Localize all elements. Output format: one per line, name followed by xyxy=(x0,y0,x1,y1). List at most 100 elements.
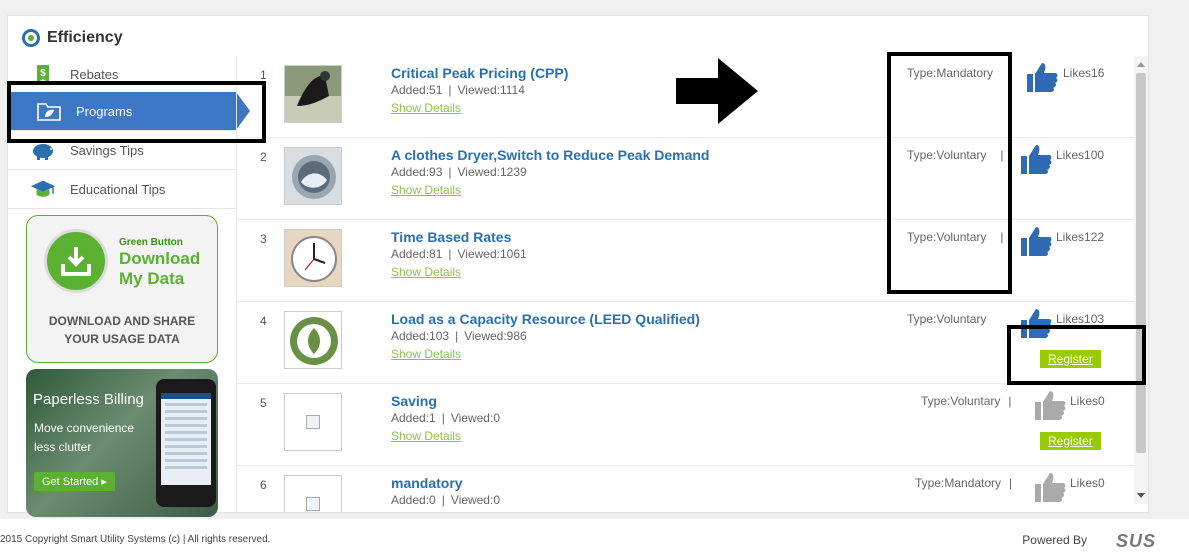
powered-by-label: Powered By xyxy=(1022,533,1087,547)
thumbs-up-icon[interactable] xyxy=(1033,388,1066,420)
program-thumbnail xyxy=(284,147,342,205)
program-thumbnail xyxy=(284,65,342,123)
row-number: 2 xyxy=(260,150,267,164)
svg-text:$: $ xyxy=(40,68,46,79)
separator: | xyxy=(448,83,452,97)
program-title-link[interactable]: A clothes Dryer,Switch to Reduce Peak De… xyxy=(391,147,709,163)
program-stats: Added:103 | Viewed:986 xyxy=(391,329,527,343)
broken-image-icon xyxy=(306,415,320,429)
promo-headline-line1: Download xyxy=(119,249,201,268)
sidebar-item-educational-tips[interactable]: Educational Tips xyxy=(8,170,236,209)
separator: | xyxy=(441,493,445,507)
broken-image-icon xyxy=(306,497,320,511)
likes-count: Likes103 xyxy=(1056,312,1105,326)
row-number: 1 xyxy=(260,68,267,82)
panel-title: Efficiency xyxy=(47,29,123,46)
program-title-link[interactable]: Time Based Rates xyxy=(391,229,511,245)
scroll-down-arrow-icon[interactable] xyxy=(1137,493,1145,498)
register-button[interactable]: Register xyxy=(1040,432,1101,450)
thumbs-up-icon[interactable] xyxy=(1019,142,1052,174)
thumbs-up-icon[interactable] xyxy=(1019,224,1052,256)
separator: | xyxy=(1008,394,1012,408)
show-details-link[interactable]: Show Details xyxy=(391,101,461,115)
program-type: Type:Voluntary | xyxy=(921,394,1012,408)
program-type-text: Type:Mandatory xyxy=(915,476,1002,490)
green-button-download-promo[interactable]: Green Button Download My Data DOWNLOAD A… xyxy=(26,215,218,363)
sidebar-item-label: Educational Tips xyxy=(70,181,166,197)
program-thumbnail xyxy=(284,229,342,287)
graduation-cap-icon xyxy=(30,178,56,200)
annotation-box-register xyxy=(1007,325,1146,385)
copyright-text: 2015 Copyright Smart Utility Systems (c)… xyxy=(0,534,271,545)
promo-share-text: DOWNLOAD AND SHARE YOUR USAGE DATA xyxy=(27,312,217,348)
promo-share-line1: DOWNLOAD AND SHARE xyxy=(48,314,196,328)
sus-logo: SUS xyxy=(1115,531,1156,551)
thumbs-up-icon[interactable] xyxy=(1025,60,1058,92)
list-item: 5 Saving Added:1 | Viewed:0 Show Details T… xyxy=(237,384,1135,466)
list-scrollbar[interactable] xyxy=(1134,56,1148,504)
caret-right-icon: ▸ xyxy=(101,476,107,488)
likes-count: Likes0 xyxy=(1070,394,1105,408)
paperless-sub-line1: Move convenience xyxy=(34,421,135,435)
added-count: Added:103 xyxy=(391,329,450,343)
promo-share-line2: YOUR USAGE DATA xyxy=(64,332,180,346)
paperless-sub-line2: less clutter xyxy=(34,440,92,454)
added-count: Added:81 xyxy=(391,247,443,261)
program-type: Type:Mandatory | xyxy=(915,476,1012,490)
panel-header: Efficiency xyxy=(22,26,123,50)
added-count: Added:93 xyxy=(391,165,443,179)
paperless-billing-promo[interactable]: Paperless Billing Move convenience less … xyxy=(26,369,218,517)
viewed-count: Viewed:1114 xyxy=(457,83,525,97)
list-item: 4 Load as a Capacity Resource (LEED Qual… xyxy=(237,302,1135,384)
show-details-link[interactable]: Show Details xyxy=(391,183,461,197)
scroll-thumb[interactable] xyxy=(1136,73,1146,453)
added-count: Added:0 xyxy=(391,493,436,507)
show-details-link[interactable]: Show Details xyxy=(391,429,461,443)
row-number: 6 xyxy=(260,478,267,492)
program-type-text: Type:Voluntary xyxy=(921,394,1001,408)
footer: 2015 Copyright Smart Utility Systems (c)… xyxy=(0,519,1189,555)
separator: | xyxy=(441,411,445,425)
promo-headline-line2: My Data xyxy=(119,269,185,288)
program-type: Type:Voluntary xyxy=(907,312,987,326)
program-thumbnail xyxy=(284,311,342,369)
download-icon xyxy=(44,229,108,293)
program-stats: Added:51 | Viewed:1114 xyxy=(391,83,525,97)
promo-headline: Download My Data xyxy=(119,249,215,289)
paperless-title: Paperless Billing xyxy=(33,391,144,408)
get-started-button[interactable]: Get Started ▸ xyxy=(34,472,115,491)
program-stats: Added:93 | Viewed:1239 xyxy=(391,165,527,179)
sidebar-item-label: Rebates xyxy=(70,66,119,82)
separator: | xyxy=(448,247,452,261)
likes-count: Likes0 xyxy=(1070,476,1105,490)
program-title-link[interactable]: Load as a Capacity Resource (LEED Qualif… xyxy=(391,311,700,327)
viewed-count: Viewed:986 xyxy=(464,329,527,343)
program-title-link[interactable]: Critical Peak Pricing (CPP) xyxy=(391,65,568,81)
row-number: 4 xyxy=(260,314,267,328)
viewed-count: Viewed:0 xyxy=(450,411,500,425)
row-number: 5 xyxy=(260,396,267,410)
scroll-up-arrow-icon[interactable] xyxy=(1137,62,1145,67)
viewed-count: Viewed:1061 xyxy=(457,247,527,261)
annotation-box-programs xyxy=(7,81,266,143)
show-details-link[interactable]: Show Details xyxy=(391,265,461,279)
program-stats: Added:81 | Viewed:1061 xyxy=(391,247,527,261)
added-count: Added:1 xyxy=(391,411,436,425)
thumbs-up-icon[interactable] xyxy=(1033,470,1066,502)
row-number: 3 xyxy=(260,232,267,246)
program-stats: Added:1 | Viewed:0 xyxy=(391,411,500,425)
efficiency-logo-icon xyxy=(22,29,40,47)
viewed-count: Viewed:0 xyxy=(450,493,500,507)
likes-count: Likes16 xyxy=(1063,66,1105,80)
likes-count: Likes100 xyxy=(1056,148,1105,162)
separator: | xyxy=(455,329,459,343)
program-title-link[interactable]: mandatory xyxy=(391,475,463,491)
smartphone-image xyxy=(156,379,216,507)
program-title-link[interactable]: Saving xyxy=(391,393,437,409)
program-thumbnail xyxy=(284,393,342,451)
sidebar-item-label: Savings Tips xyxy=(70,142,144,158)
paperless-subtitle: Move convenience less clutter xyxy=(34,419,144,457)
promo-brand-label: Green Button xyxy=(119,237,183,248)
show-details-link[interactable]: Show Details xyxy=(391,347,461,361)
separator: | xyxy=(448,165,452,179)
